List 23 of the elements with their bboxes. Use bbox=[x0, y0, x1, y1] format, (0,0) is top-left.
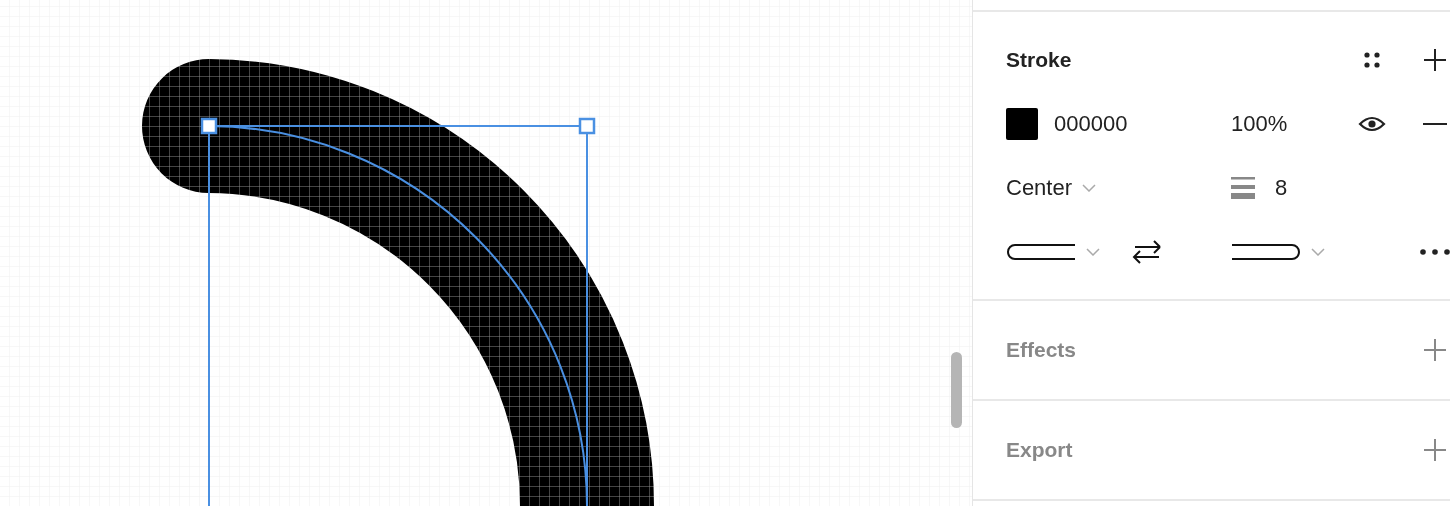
section-title: Effects bbox=[1006, 338, 1077, 362]
start-cap-dropdown[interactable] bbox=[1006, 243, 1100, 261]
selection-frame[interactable] bbox=[200, 117, 596, 506]
stroke-align-dropdown[interactable]: Center bbox=[1006, 175, 1097, 201]
add-icon[interactable] bbox=[1423, 48, 1447, 72]
more-options-icon[interactable] bbox=[1419, 248, 1450, 256]
end-cap-dropdown[interactable] bbox=[1231, 243, 1325, 261]
scrollbar-thumb[interactable] bbox=[951, 352, 962, 428]
swap-arrows-icon[interactable] bbox=[1131, 238, 1163, 266]
style-dots-icon[interactable] bbox=[1362, 50, 1382, 70]
caret-icon bbox=[1082, 184, 1097, 192]
eye-icon[interactable] bbox=[1358, 114, 1386, 134]
caret-icon bbox=[1086, 248, 1100, 256]
hex-value-field[interactable]: 000000 bbox=[1054, 111, 1128, 137]
remove-icon[interactable] bbox=[1423, 122, 1447, 126]
stroke-arc-shape[interactable] bbox=[142, 59, 654, 506]
stroke-weight-icon bbox=[1231, 177, 1255, 199]
section-title: Export bbox=[1006, 438, 1073, 462]
opacity-field[interactable]: 100% bbox=[1231, 111, 1288, 137]
section-title: Stroke bbox=[1006, 48, 1072, 72]
caret-icon bbox=[1311, 248, 1325, 256]
color-swatch[interactable] bbox=[1006, 108, 1038, 140]
stroke-weight-field[interactable]: 8 bbox=[1275, 175, 1288, 201]
